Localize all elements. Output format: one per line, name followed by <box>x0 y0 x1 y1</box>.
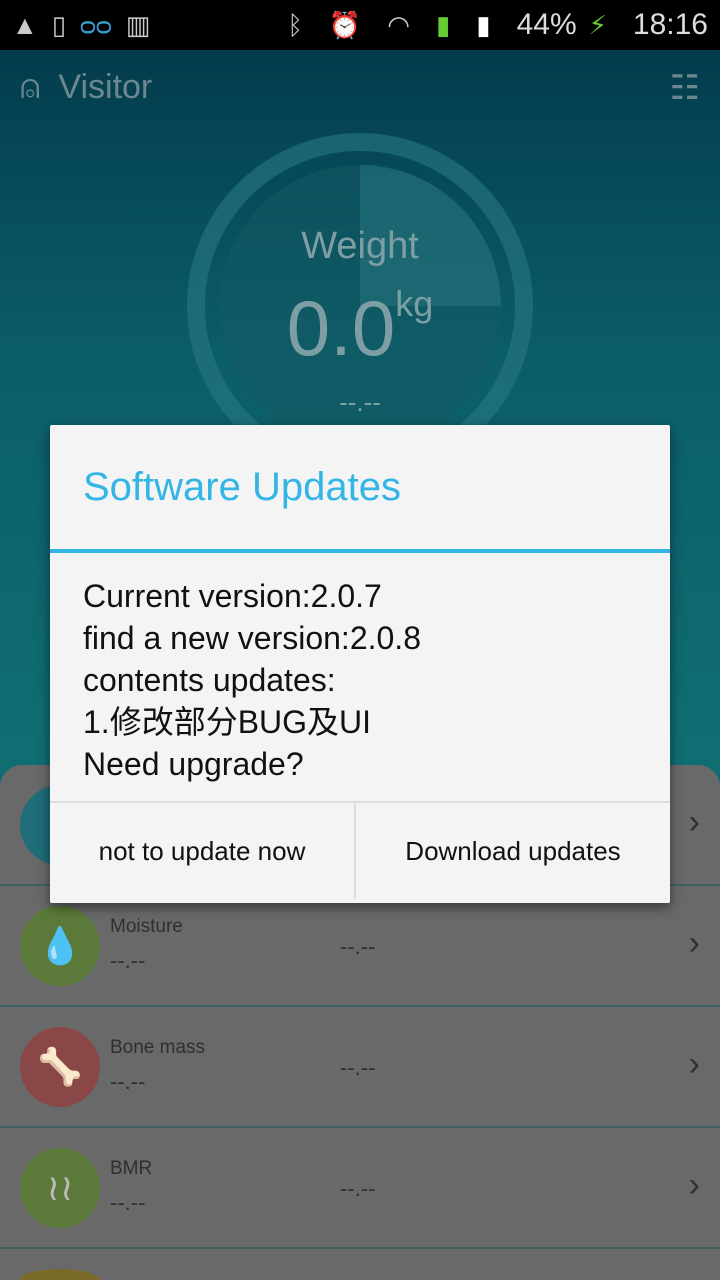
list-item[interactable] <box>0 1249 720 1280</box>
user-icon[interactable]: ⍝ <box>20 68 40 107</box>
metric-name: Bone mass <box>110 1037 206 1058</box>
software-update-dialog: Software Updates Current version:2.0.7 f… <box>50 425 670 903</box>
battery-percent: 44% <box>516 8 577 41</box>
message-line: Need upgrade? <box>83 746 304 782</box>
gauge-label: Weight <box>301 225 419 267</box>
top-bar: ⍝ Visitor ☷ <box>0 50 720 125</box>
metric-name: BMR <box>110 1158 153 1179</box>
bluetooth-icon: ᛒ <box>287 9 303 40</box>
chevron-right-icon: › <box>688 1045 700 1083</box>
bone-icon: 🦴 <box>20 1027 100 1107</box>
user-name[interactable]: Visitor <box>58 68 152 107</box>
metric-icon <box>20 1269 100 1280</box>
list-item[interactable]: ≀≀ BMR --.-- --.-- › <box>0 1128 720 1249</box>
dialog-title: Software Updates <box>50 425 670 553</box>
metric-name: Moisture <box>110 916 183 937</box>
metric-mid: --.-- <box>340 1176 376 1201</box>
devices-icon: ▯ <box>51 9 67 40</box>
dialog-message: Current version:2.0.7 find a new version… <box>50 553 670 803</box>
signal-sim1-icon: ▮ <box>435 9 451 40</box>
wifi-icon: ◠ <box>387 9 410 40</box>
message-line: 1.修改部分BUG及UI <box>83 704 372 740</box>
gauge-unit: kg <box>395 283 434 324</box>
signal-sim2-icon: ▮ <box>476 9 491 40</box>
list-icon[interactable]: ☷ <box>670 68 700 108</box>
status-bar: ▲ ▯ ᴑᴑ ▥ ᛒ ⏰ ◠ ▮ ▮ 44% ⚡ 18:16 <box>0 0 720 50</box>
voicemail-icon: ᴑᴑ <box>80 9 112 40</box>
metric-value: --.-- <box>110 948 146 973</box>
message-line: Current version:2.0.7 <box>83 578 382 614</box>
alarm-icon: ⏰ <box>328 9 362 40</box>
chevron-right-icon: › <box>688 924 700 962</box>
list-item[interactable]: 🦴 Bone mass --.-- --.-- › <box>0 1007 720 1128</box>
image-icon: ▲ <box>12 9 38 40</box>
heat-icon: ≀≀ <box>20 1148 100 1228</box>
barcode-icon: ▥ <box>125 9 151 40</box>
metric-value: --.-- <box>110 1069 146 1094</box>
metric-mid: --.-- <box>340 1055 376 1080</box>
chevron-right-icon: › <box>688 803 700 841</box>
metric-value: --.-- <box>110 1190 146 1215</box>
battery-charging-icon: ⚡ <box>588 9 607 40</box>
gauge-sub: --.-- <box>339 387 381 417</box>
metric-mid: --.-- <box>340 934 376 959</box>
not-now-button[interactable]: not to update now <box>50 803 356 899</box>
message-line: find a new version:2.0.8 <box>83 620 421 656</box>
gauge-value: 0.0kg <box>286 283 434 372</box>
message-line: contents updates: <box>83 662 336 698</box>
list-item[interactable]: 💧 Moisture --.-- --.-- › <box>0 886 720 1007</box>
chevron-right-icon: › <box>688 1166 700 1204</box>
download-updates-button[interactable]: Download updates <box>356 803 670 899</box>
clock: 18:16 <box>632 8 708 41</box>
water-drop-icon: 💧 <box>20 906 100 986</box>
